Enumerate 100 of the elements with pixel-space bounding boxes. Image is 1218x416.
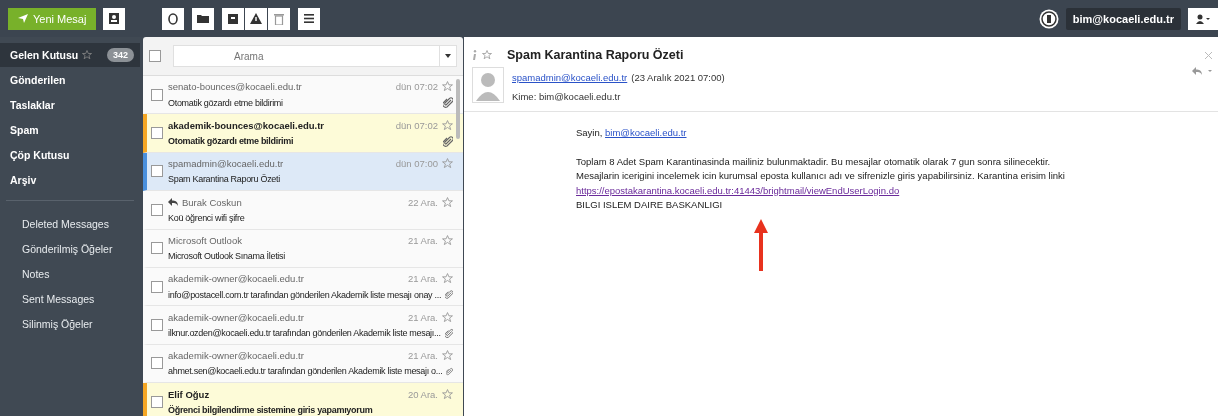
message-checkbox[interactable] <box>151 395 163 408</box>
message-row[interactable]: Microsoft Outlook 21 Ara. Microsoft Outlook Sınama İletisi <box>143 229 463 268</box>
user-icon <box>1196 13 1210 24</box>
message-checkbox[interactable] <box>151 357 163 370</box>
message-date: 21 Ara. <box>407 273 438 285</box>
message-row[interactable]: Burak Coskun 22 Ara. Koü öğrenci wifi şifre <box>143 191 463 230</box>
spam-button[interactable] <box>245 7 268 30</box>
message-checkbox[interactable] <box>151 242 163 255</box>
star-icon[interactable] <box>442 273 453 285</box>
message-checkbox[interactable] <box>151 319 163 332</box>
message-date: 21 Ara. <box>407 235 438 247</box>
university-seal-icon <box>1038 8 1059 29</box>
message-subject: Otomatik gözardı etme bildirimi <box>168 136 295 147</box>
signature-text: BILGI ISLEM DAIRE BASKANLIGI <box>576 198 724 212</box>
folder-item[interactable]: Spam <box>0 118 140 142</box>
contact-card-icon <box>109 13 120 24</box>
star-icon[interactable] <box>442 311 453 323</box>
trash-icon <box>274 12 285 25</box>
sender-name: akademik-owner@kocaeli.edu.tr <box>168 273 305 285</box>
sender-name: akademik-bounces@kocaeli.edu.tr <box>168 119 326 131</box>
message-title: Spam Karantina Raporu Özeti <box>507 48 684 62</box>
folder-item[interactable]: Silinmiş Öğeler <box>0 311 140 336</box>
message-row[interactable]: akademik-bounces@kocaeli.edu.tr dün 07:02 Otomatik gözardı etme bildirimi <box>143 114 463 153</box>
star-icon[interactable] <box>442 349 453 361</box>
star-icon[interactable] <box>482 50 492 60</box>
message-row[interactable]: senato-bounces@kocaeli.edu.tr dün 07:02 Otomatik gözardı etme bildirimi <box>143 76 463 115</box>
caret-icon <box>445 54 451 58</box>
message-subject: info@postacell.com.tr tarafından gönderilen Akademik liste mesajı onay ... <box>168 289 442 300</box>
refresh-button[interactable] <box>162 7 185 30</box>
circle-icon <box>168 12 179 25</box>
email-link[interactable]: bim@kocaeli.edu.tr <box>605 127 687 138</box>
search-options-button[interactable] <box>440 45 457 67</box>
message-checkbox[interactable] <box>151 280 163 293</box>
message-subject: ilknur.ozden@kocaeli.edu.tr tarafından gönderilen Akademik liste mesajı... <box>168 328 441 339</box>
folder-item[interactable]: Gönderilmiş Öğeler <box>0 236 140 261</box>
star-icon[interactable] <box>82 50 93 60</box>
sender-link[interactable]: spamadmin@kocaeli.edu.tr <box>512 72 628 83</box>
message-checkbox[interactable] <box>151 203 163 216</box>
menu-button[interactable] <box>298 7 321 30</box>
user-menu-button[interactable] <box>1188 7 1218 30</box>
reply-icon[interactable] <box>1192 67 1212 75</box>
message-row[interactable]: akademik-owner@kocaeli.edu.tr 21 Ara. ilknur.ozden@kocaeli.edu.tr tarafından gönderilen Akademik liste mesajı... <box>143 306 463 345</box>
sender-name: akademik-owner@kocaeli.edu.tr <box>168 349 305 361</box>
message-subject: Öğrenci bilgilendirme sistemine giris yapamıyorum <box>168 404 374 415</box>
sender-name: spamadmin@kocaeli.edu.tr <box>168 158 285 170</box>
message-row[interactable]: spamadmin@kocaeli.edu.tr dün 07:00 Spam Karantina Raporu Özeti <box>143 152 463 192</box>
sender-name: akademik-owner@kocaeli.edu.tr <box>168 311 305 323</box>
sender-name: senato-bounces@kocaeli.edu.tr <box>168 81 303 93</box>
folder-item[interactable]: Çöp Kutusu <box>0 143 140 167</box>
message-subject: Koü öğrenci wifi şifre <box>168 212 246 223</box>
search-field[interactable]: Arama <box>173 45 440 67</box>
message-checkbox[interactable] <box>151 165 163 178</box>
message-checkbox[interactable] <box>151 88 163 101</box>
message-subject: Spam Karantina Raporu Özeti <box>168 174 281 185</box>
greeting-text: Sayin, <box>576 127 603 138</box>
folder-item[interactable]: Deleted Messages <box>0 211 140 236</box>
account-email[interactable]: bim@kocaeli.edu.tr <box>1065 7 1181 30</box>
star-icon[interactable] <box>442 196 453 208</box>
close-icon[interactable] <box>1205 51 1212 59</box>
scrollbar[interactable] <box>456 79 460 139</box>
recipient-text: Kime: bim@kocaeli.edu.tr <box>512 91 621 102</box>
message-date: 21 Ara. <box>407 349 438 361</box>
folder-item[interactable]: Sent Messages <box>0 286 140 311</box>
folder-item[interactable]: Taslaklar <box>0 93 140 117</box>
message-date: 21 Ara. <box>407 311 438 323</box>
avatar-silhouette <box>472 67 504 103</box>
sender-name: Elif Oğuz <box>168 388 211 400</box>
folder-icon <box>197 14 210 23</box>
send-icon <box>18 14 28 23</box>
message-subject: ahmet.sen@kocaeli.edu.tr tarafından gönderilen Akademik liste mesajı o... <box>168 366 443 377</box>
select-all-checkbox[interactable] <box>149 50 161 62</box>
move-folder-button[interactable] <box>192 7 215 30</box>
message-date: dün 07:02 <box>395 119 438 131</box>
body-text: Mesajlarin icerigini incelemek icin kurumsal eposta kullanıcı adı ve sifrenizle giris yapabilirsiniz. Karantina erisim linki <box>576 169 1066 183</box>
sender-name: Microsoft Outlook <box>168 235 243 247</box>
star-icon[interactable] <box>442 388 453 400</box>
message-row[interactable]: akademik-owner@kocaeli.edu.tr 21 Ara. info@postacell.com.tr tarafından gönderilen Akademik liste mesajı onay ... <box>143 267 463 307</box>
star-icon[interactable] <box>442 235 453 247</box>
star-icon[interactable] <box>442 158 453 170</box>
message-subject: Microsoft Outlook Sınama İletisi <box>168 251 286 262</box>
star-icon[interactable] <box>442 119 453 131</box>
message-date: 20 Ara. <box>407 388 438 400</box>
info-icon[interactable] <box>472 49 477 61</box>
message-date: dün 07:02 <box>395 81 438 93</box>
message-checkbox[interactable] <box>151 127 163 140</box>
message-date: (23 Aralık 2021 07:00) <box>631 72 725 83</box>
folder-item[interactable]: Arşiv <box>0 168 140 192</box>
message-row[interactable]: Elif Oğuz 20 Ara. Öğrenci bilgilendirme sistemine giris yapamıyorum <box>143 383 463 416</box>
delete-button[interactable] <box>268 7 291 30</box>
folder-item[interactable]: Gönderilen <box>0 68 140 92</box>
message-row[interactable]: akademik-owner@kocaeli.edu.tr 21 Ara. ahmet.sen@kocaeli.edu.tr tarafından gönderilen Akademik liste mesajı o... <box>143 344 463 384</box>
body-text: Toplam 8 Adet Spam Karantinasinda mailiniz bulunmaktadir. Bu mesajlar otomatik olarak 7 gun sonra silinecektir. <box>576 154 1052 169</box>
message-subject: Otomatik gözardı etme bildirimi <box>168 97 284 108</box>
folder-item[interactable]: Notes <box>0 261 140 286</box>
contacts-button[interactable] <box>103 7 126 30</box>
folder-item[interactable]: Gelen Kutusu 342 <box>0 43 140 67</box>
archive-button[interactable] <box>222 7 245 30</box>
message-date: dün 07:00 <box>395 158 438 170</box>
star-icon[interactable] <box>442 81 453 93</box>
quarantine-link[interactable]: https://epostakarantina.kocaeli.edu.tr:41443/brightmail/viewEndUserLogin.do <box>576 184 900 196</box>
